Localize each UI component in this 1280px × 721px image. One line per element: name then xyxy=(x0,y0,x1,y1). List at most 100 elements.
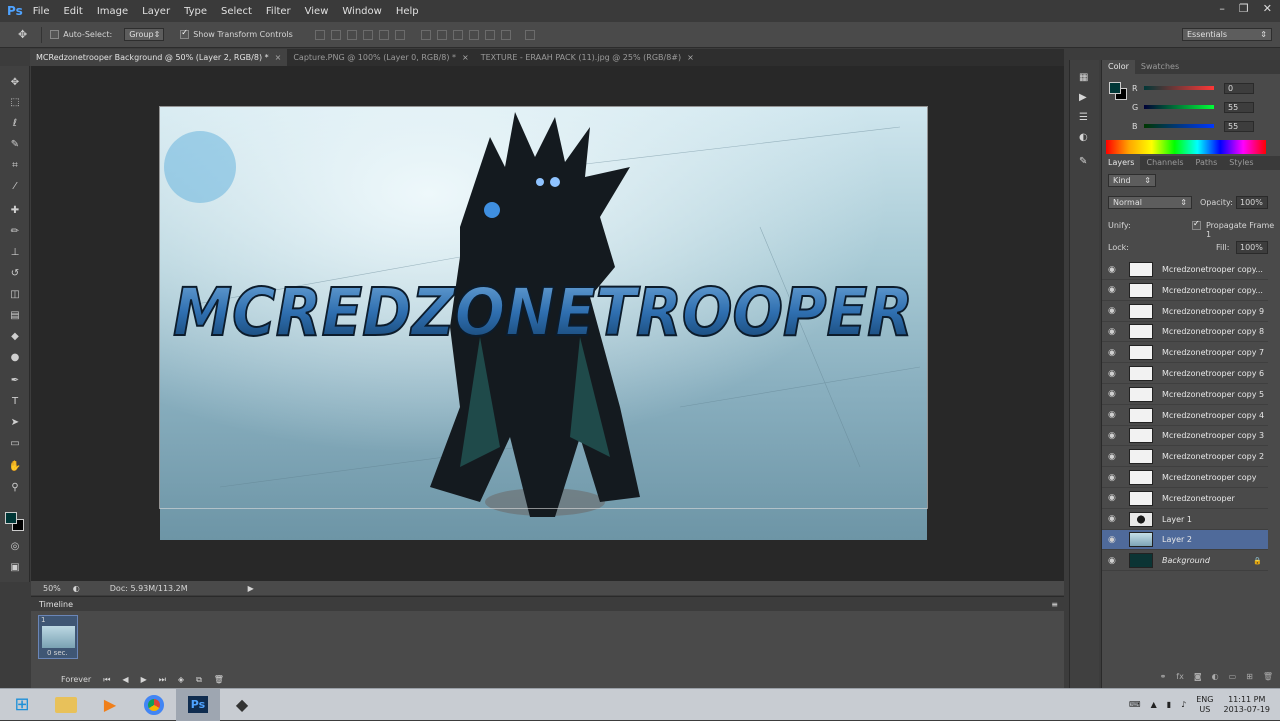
close-tab-icon[interactable]: × xyxy=(687,53,694,62)
pen-tool-icon[interactable]: ✒ xyxy=(8,374,22,388)
restore-button[interactable]: ❐ xyxy=(1239,2,1249,15)
eyedropper-tool-icon[interactable]: ⁄ xyxy=(8,180,22,194)
visibility-eye-icon[interactable]: ◉ xyxy=(1108,410,1120,420)
color-spectrum[interactable] xyxy=(1106,140,1266,154)
move-tool-icon[interactable]: ✥ xyxy=(18,28,27,41)
distribute-top-icon[interactable] xyxy=(420,29,431,40)
visibility-eye-icon[interactable]: ◉ xyxy=(1108,369,1120,379)
tab-layers[interactable]: Layers xyxy=(1102,156,1141,170)
path-select-icon[interactable]: ➤ xyxy=(8,416,22,430)
layer-style-icon[interactable]: fx xyxy=(1176,672,1184,688)
visibility-eye-icon[interactable]: ◉ xyxy=(1108,431,1120,441)
lasso-tool-icon[interactable]: ℓ xyxy=(8,117,22,131)
layer-row[interactable]: ◉ Background 🔒 xyxy=(1102,551,1268,572)
layer-row[interactable]: ◉ Mcredzonetrooper copy 3 xyxy=(1102,426,1268,447)
visibility-eye-icon[interactable]: ◉ xyxy=(1108,327,1120,337)
distribute-vcenter-icon[interactable] xyxy=(436,29,447,40)
new-layer-icon[interactable]: ⊞ xyxy=(1246,672,1253,688)
visibility-eye-icon[interactable]: ◉ xyxy=(1108,265,1120,275)
minimize-button[interactable]: – xyxy=(1219,2,1225,15)
history-brush-icon[interactable]: ↺ xyxy=(8,267,22,281)
document-canvas[interactable]: MCREDZONETROOPER xyxy=(160,107,927,540)
language-indicator[interactable]: ENG US xyxy=(1196,695,1213,715)
visibility-eye-icon[interactable]: ◉ xyxy=(1108,473,1120,483)
align-left-icon[interactable] xyxy=(362,29,373,40)
layer-row[interactable]: ◉ Layer 1 xyxy=(1102,510,1268,530)
red-slider[interactable]: R 0 xyxy=(1132,82,1280,94)
visibility-eye-icon[interactable]: ◉ xyxy=(1108,389,1120,399)
volume-icon[interactable]: ♪ xyxy=(1181,700,1186,709)
quick-select-tool-icon[interactable]: ✎ xyxy=(8,138,22,152)
dodge-tool-icon[interactable]: ● xyxy=(8,351,22,365)
layer-row[interactable]: ◉ Mcredzonetrooper copy 7 xyxy=(1102,343,1268,364)
visibility-eye-icon[interactable]: ◉ xyxy=(1108,306,1120,316)
layer-row[interactable]: ◉ Mcredzonetrooper copy 9 xyxy=(1102,302,1268,322)
loop-dropdown[interactable]: Forever xyxy=(61,675,91,685)
visibility-eye-icon[interactable]: ◉ xyxy=(1108,535,1120,545)
quick-mask-icon[interactable]: ◎ xyxy=(8,540,22,554)
auto-select-dropdown[interactable]: Group ⇕ xyxy=(124,28,165,41)
keyboard-icon[interactable]: ⌨ xyxy=(1129,700,1141,709)
next-frame-icon[interactable]: ⏭ xyxy=(159,675,166,685)
align-vcenter-icon[interactable] xyxy=(330,29,341,40)
document-tab-3[interactable]: TEXTURE - ERAAH PACK (11).jpg @ 25% (RGB… xyxy=(475,49,700,66)
layer-row[interactable]: ◉ Mcredzonetrooper copy xyxy=(1102,468,1268,488)
align-hcenter-icon[interactable] xyxy=(378,29,389,40)
tab-paths[interactable]: Paths xyxy=(1190,156,1224,170)
delete-layer-icon[interactable]: 🗑 xyxy=(1263,672,1273,688)
layer-row[interactable]: ◉ Mcredzonetrooper copy 6 xyxy=(1102,364,1268,384)
layer-row[interactable]: ◉ Layer 2 xyxy=(1102,530,1268,551)
propagate-checkbox[interactable] xyxy=(1192,221,1201,230)
tab-color[interactable]: Color xyxy=(1102,60,1135,74)
chrome-taskbar-button[interactable] xyxy=(132,689,176,721)
gradient-tool-icon[interactable]: ▤ xyxy=(8,309,22,323)
panel-menu-icon[interactable]: ≡ xyxy=(1051,600,1058,609)
visibility-eye-icon[interactable]: ◉ xyxy=(1108,452,1120,462)
visibility-eye-icon[interactable]: ◉ xyxy=(1108,348,1120,358)
menu-file[interactable]: File xyxy=(33,6,50,17)
layer-row[interactable]: ◉ Mcredzonetrooper copy... xyxy=(1102,281,1268,301)
align-right-icon[interactable] xyxy=(394,29,405,40)
auto-select-checkbox[interactable] xyxy=(50,30,60,39)
tab-channels[interactable]: Channels xyxy=(1140,156,1189,170)
blend-mode-dropdown[interactable]: Normal ⇕ xyxy=(1108,196,1192,209)
healing-tool-icon[interactable]: ✚ xyxy=(8,204,22,218)
start-button[interactable]: ⊞ xyxy=(0,689,44,721)
history-panel-icon[interactable]: ▦ xyxy=(1079,72,1088,83)
app-taskbar-button[interactable]: ◆ xyxy=(220,689,264,721)
opacity-value[interactable]: 100% xyxy=(1236,196,1268,209)
link-layers-icon[interactable]: ⚭ xyxy=(1160,672,1167,688)
layer-row[interactable]: ◉ Mcredzonetrooper copy 5 xyxy=(1102,385,1268,405)
move-tool-icon[interactable]: ✥ xyxy=(8,76,22,90)
adjustments-panel-icon[interactable]: ◐ xyxy=(1079,132,1088,143)
red-value[interactable]: 0 xyxy=(1224,82,1254,94)
distribute-bottom-icon[interactable] xyxy=(452,29,463,40)
stamp-tool-icon[interactable]: ⊥ xyxy=(8,246,22,260)
green-value[interactable]: 55 xyxy=(1224,101,1254,113)
photoshop-taskbar-button[interactable]: Ps xyxy=(176,688,220,721)
clock[interactable]: 11:11 PM 2013-07-19 xyxy=(1224,695,1271,715)
eraser-tool-icon[interactable]: ◫ xyxy=(8,288,22,302)
crop-tool-icon[interactable]: ⌗ xyxy=(8,159,22,173)
auto-align-icon[interactable] xyxy=(524,29,535,40)
menu-edit[interactable]: Edit xyxy=(63,6,82,17)
actions-panel-icon[interactable]: ▶ xyxy=(1079,92,1087,103)
media-player-taskbar-button[interactable]: ▶ xyxy=(88,689,132,721)
distribute-hcenter-icon[interactable] xyxy=(484,29,495,40)
menu-view[interactable]: View xyxy=(305,6,329,17)
prev-frame-icon[interactable]: ◀ xyxy=(122,675,128,685)
layer-row[interactable]: ◉ Mcredzonetrooper copy 4 xyxy=(1102,406,1268,426)
marquee-tool-icon[interactable]: ⬚ xyxy=(8,96,22,110)
show-transform-checkbox[interactable] xyxy=(180,30,190,39)
brush-tool-icon[interactable]: ✏ xyxy=(8,225,22,239)
play-icon[interactable]: ▶ xyxy=(141,675,147,685)
menu-help[interactable]: Help xyxy=(396,6,419,17)
status-menu-arrow-icon[interactable]: ▶ xyxy=(248,584,254,593)
distribute-right-icon[interactable] xyxy=(500,29,511,40)
menu-layer[interactable]: Layer xyxy=(142,6,170,17)
menu-window[interactable]: Window xyxy=(342,6,381,17)
workspace-dropdown[interactable]: Essentials ⇕ xyxy=(1182,28,1272,41)
layer-row[interactable]: ◉ Mcredzonetrooper copy 8 xyxy=(1102,322,1268,343)
tween-icon[interactable]: ◈ xyxy=(178,675,184,685)
first-frame-icon[interactable]: ⏮ xyxy=(103,675,110,685)
